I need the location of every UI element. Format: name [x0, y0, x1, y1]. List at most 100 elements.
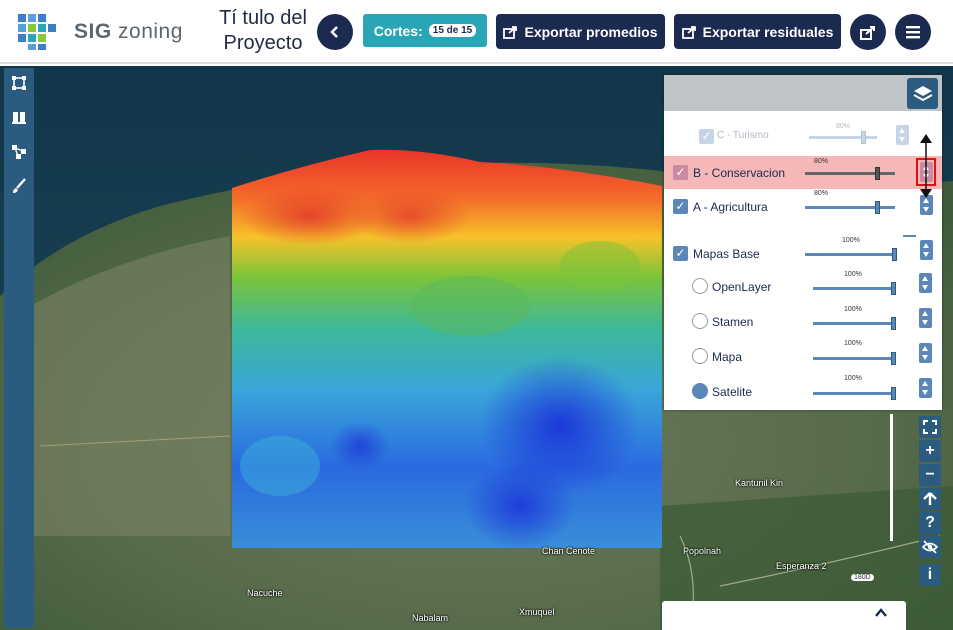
sigzoning-logo	[16, 12, 60, 52]
help-button[interactable]: ?	[919, 512, 941, 534]
opacity-slider-turismo[interactable]	[809, 131, 877, 144]
basemaps-label: Mapas Base	[693, 247, 760, 261]
basemap-radio-satelite[interactable]	[692, 383, 708, 399]
opacity-slider-openlayer[interactable]	[813, 282, 896, 295]
drag-arrows-icon	[920, 134, 932, 198]
cortes-button[interactable]: Cortes: 15 de 15	[363, 14, 487, 47]
opacity-slider-mapa[interactable]	[813, 352, 896, 365]
compare-layers-button[interactable]	[8, 106, 30, 128]
basemap-option-openlayer[interactable]: OpenLayer 100%	[664, 271, 942, 301]
network-button[interactable]	[8, 141, 30, 163]
draw-polygon-button[interactable]	[8, 72, 30, 94]
share-icon	[860, 25, 875, 40]
map-label-esperanza: Esperanza 2	[776, 561, 827, 571]
layer-panel: ✓ C - Turismo 80% ✓ B - Conservacion 80%…	[664, 75, 942, 410]
layer-label-conservacion: B - Conservacion	[693, 166, 786, 180]
map-label-nacuche: Nacuche	[247, 588, 283, 598]
opacity-percent: 100%	[844, 340, 862, 347]
info-button[interactable]: i	[919, 564, 941, 586]
scale-bar	[890, 414, 893, 541]
opacity-slider-stamen[interactable]	[813, 317, 896, 330]
basemap-label-openlayer: OpenLayer	[712, 280, 772, 294]
layer-row-conservacion: ✓ B - Conservacion 80%	[664, 156, 942, 189]
export-residuales-button[interactable]: Exportar residuales	[674, 14, 841, 49]
opacity-percent: 100%	[844, 271, 862, 278]
layer-row-turismo: ✓ C - Turismo 80%	[664, 121, 942, 151]
opacity-percent: 100%	[844, 306, 862, 313]
basemaps-row: ✓ Mapas Base 100%	[664, 237, 942, 267]
basemap-radio-stamen[interactable]	[692, 313, 708, 329]
layer-checkbox-conservacion[interactable]: ✓	[673, 165, 688, 180]
layer-label-agricultura: A - Agricultura	[693, 200, 768, 214]
project-title[interactable]: Tí tulo del Proyecto	[208, 6, 318, 56]
layer-checkbox-turismo[interactable]: ✓	[699, 129, 714, 144]
reorder-mapa-button[interactable]	[919, 343, 932, 363]
opacity-slider-conservacion[interactable]	[805, 167, 895, 180]
basemap-option-stamen[interactable]: Stamen 100%	[664, 306, 942, 336]
bottom-panel[interactable]	[662, 601, 906, 630]
basemap-label-stamen: Stamen	[712, 315, 754, 329]
logo-text: SIG zoning	[74, 20, 183, 43]
visibility-toggle-button[interactable]	[919, 536, 941, 558]
opacity-slider-basemaps[interactable]	[805, 248, 897, 261]
opacity-percent: 80%	[836, 123, 851, 130]
basemap-radio-mapa[interactable]	[692, 348, 708, 364]
app-header: SIG zoning Tí tulo del Proyecto Cortes: …	[0, 0, 953, 64]
opacity-percent: 100%	[844, 375, 862, 382]
cortes-label: Cortes:	[373, 22, 423, 39]
reorder-basemaps-button[interactable]	[920, 240, 933, 260]
fullscreen-button[interactable]	[919, 416, 941, 438]
basemap-radio-openlayer[interactable]	[692, 278, 708, 294]
layers-icon	[913, 85, 932, 101]
map-label-xmuquel: Xmuquel	[519, 607, 555, 617]
export-promedios-label: Exportar promedios	[524, 23, 658, 40]
layer-panel-header	[664, 75, 942, 111]
zoom-in-button[interactable]: +	[919, 440, 941, 462]
north-up-button[interactable]	[919, 488, 941, 510]
reorder-openlayer-button[interactable]	[919, 273, 932, 293]
basemap-label-satelite: Satelite	[712, 385, 753, 399]
arrow-up-icon	[923, 492, 937, 505]
cortes-count-badge: 15 de 15	[428, 24, 477, 37]
chevron-up-icon[interactable]	[874, 607, 888, 619]
opacity-slider-agricultura[interactable]	[805, 201, 895, 214]
map-label-kantunil-kin: Kantunil Kin	[735, 478, 784, 488]
opacity-percent: 80%	[814, 158, 829, 165]
basemaps-checkbox[interactable]: ✓	[673, 246, 688, 261]
paint-brush-button[interactable]	[8, 175, 30, 197]
export-icon	[503, 25, 518, 39]
basemap-option-satelite[interactable]: Satelite 100%	[664, 375, 942, 406]
opacity-percent: 80%	[814, 190, 829, 197]
eye-slash-icon	[922, 540, 938, 554]
layer-row-agricultura: ✓ A - Agricultura 80%	[664, 190, 942, 220]
network-icon	[12, 145, 26, 159]
polygon-icon	[12, 76, 26, 90]
basemap-label-mapa: Mapa	[712, 350, 743, 364]
back-button[interactable]	[317, 14, 353, 50]
reorder-turismo-button[interactable]	[896, 125, 909, 145]
hamburger-menu-icon	[906, 26, 920, 39]
export-icon	[681, 25, 696, 39]
chevron-left-icon	[330, 26, 338, 38]
export-promedios-button[interactable]: Exportar promedios	[496, 14, 665, 49]
left-toolbar	[4, 68, 34, 628]
share-button[interactable]	[850, 14, 886, 50]
brush-icon	[13, 178, 26, 193]
columns-icon	[12, 112, 26, 124]
export-residuales-label: Exportar residuales	[702, 23, 834, 40]
menu-button[interactable]	[895, 14, 931, 50]
layers-toggle-button[interactable]	[907, 78, 938, 109]
opacity-percent: 100%	[842, 237, 860, 244]
layer-checkbox-agricultura[interactable]: ✓	[673, 199, 688, 214]
map-label-chan-cenote: Chan Cenote	[542, 546, 596, 556]
reorder-stamen-button[interactable]	[919, 308, 932, 328]
map-label-nabalam: Nabalam	[412, 613, 449, 623]
layer-label-turismo: C - Turismo	[717, 130, 769, 141]
zoom-out-button[interactable]: −	[919, 464, 941, 486]
basemap-option-mapa[interactable]: Mapa 100%	[664, 340, 942, 371]
fullscreen-icon	[923, 420, 937, 434]
opacity-slider-satelite[interactable]	[813, 387, 896, 400]
reorder-satelite-button[interactable]	[919, 378, 932, 398]
road-marker: 180D	[851, 574, 874, 581]
map-label-popolnah: Popolnah	[683, 546, 722, 556]
